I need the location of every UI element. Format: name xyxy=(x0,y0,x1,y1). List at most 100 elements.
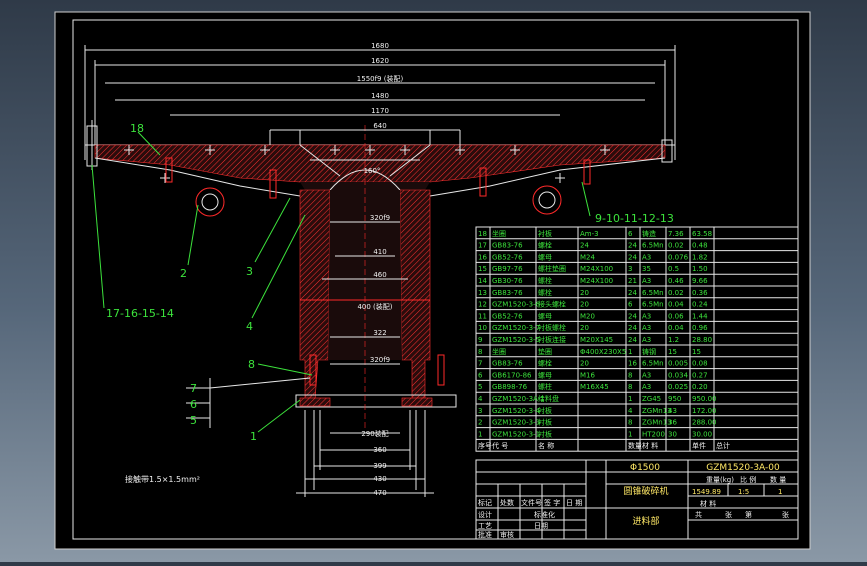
bom-cell: GB52-76 xyxy=(492,312,523,320)
bom-cell: 0.36 xyxy=(692,289,708,297)
bom-cell: 24 xyxy=(628,289,637,297)
bom-cell: 铸造 xyxy=(642,229,656,238)
bom-cell: 螺母 xyxy=(538,311,552,320)
cad-drawing: 1680 1620 1550f9 (装配) 1480 1170 640 160°… xyxy=(54,11,811,550)
tb-row-label-0: 标记 xyxy=(478,498,492,507)
tb-weight-label: 重量(kg) xyxy=(706,476,734,484)
bom-cell: 4 xyxy=(628,407,633,415)
bom-cell: 4 xyxy=(478,395,483,403)
bom-cell: 0.20 xyxy=(692,383,708,391)
bom-cell: GB97-76 xyxy=(492,265,523,273)
bom-cell: GZM1520-3-5 xyxy=(492,336,540,344)
bom-cell: 24 xyxy=(628,242,637,250)
bom-cell: GZM1520-3-6 xyxy=(492,301,541,309)
dim-430: 430 xyxy=(373,475,386,483)
bom-cell: GB83-76 xyxy=(492,242,523,250)
bom-cell: 接头螺栓 xyxy=(538,300,566,309)
bom-cell: 24 xyxy=(628,312,637,320)
bom-cell: 1.82 xyxy=(692,253,708,261)
dim-322: 322 xyxy=(373,329,386,337)
bom-cell: 24 xyxy=(628,253,637,261)
bom-cell: 衬板 xyxy=(538,418,552,427)
tb-mat-label: 材 料 xyxy=(700,499,716,508)
bom-cell: GZM1520-3-4 xyxy=(492,407,541,415)
bom-cell: 11 xyxy=(478,312,487,320)
bom-cell: 1.2 xyxy=(668,336,679,344)
bom-row: 5 GB898-76 螺柱 M16X45 8 A3 0.025 0.20 xyxy=(478,382,708,391)
bom-cell: M24X100 xyxy=(580,265,613,273)
bom-cell: 坐圈 xyxy=(492,347,506,356)
bom-cell: 螺栓 xyxy=(538,288,552,297)
dim-1550: 1550f9 (装配) xyxy=(357,74,404,83)
bom-cell: 衬板连接 xyxy=(538,335,566,344)
bom-cell: 13 xyxy=(478,289,487,297)
bom-cell: 8 xyxy=(628,419,632,427)
dim-460: 460 xyxy=(373,271,386,279)
bom-cell: 0.06 xyxy=(668,312,684,320)
callout-5: 5 xyxy=(190,414,197,427)
bom-cell: 950 xyxy=(668,395,681,403)
bom-cell: 6 xyxy=(628,301,633,309)
tb-spec: Φ1500 xyxy=(630,463,660,473)
bom-cell: 1 xyxy=(478,430,482,438)
bom-cell: 63.58 xyxy=(692,230,712,238)
callout-17-14: 17-16-15-14 xyxy=(106,307,174,320)
dim-320-bottom: 320f9 xyxy=(370,356,390,364)
tb-sign-review: 审核 xyxy=(500,530,514,539)
bom-header-total: 总计 xyxy=(716,441,730,450)
bom-cell: 螺母 xyxy=(538,370,552,379)
bom-cell: 20 xyxy=(580,360,589,368)
bom-cell: 1 xyxy=(628,395,632,403)
callout-18: 18 xyxy=(130,122,144,135)
bom-cell: A3 xyxy=(642,324,651,332)
bom-cell: 30 xyxy=(668,430,677,438)
dim-400: 400 (装配) xyxy=(357,302,392,311)
bom-cell: 10 xyxy=(478,324,487,332)
bom-header-qty: 数量 xyxy=(628,441,642,450)
bom-cell: 9.66 xyxy=(692,277,708,285)
callout-6: 6 xyxy=(190,398,197,411)
bom-cell: 30.00 xyxy=(692,430,712,438)
dim-angle: 160° xyxy=(364,167,381,175)
bom-cell: GZM1520-3-3 xyxy=(492,419,540,427)
bom-cell: M20X145 xyxy=(580,336,613,344)
callout-8: 8 xyxy=(248,358,255,371)
callout-7: 7 xyxy=(190,382,197,395)
bom-cell: 螺柱 xyxy=(538,382,552,391)
tb-sheet-label: 共 xyxy=(695,510,702,519)
bom-cell: 20 xyxy=(580,324,589,332)
bom-cell: 给料盘 xyxy=(538,394,559,403)
bom-cell: 1 xyxy=(628,348,632,356)
bom-cell: 0.02 xyxy=(668,242,684,250)
callout-3: 3 xyxy=(246,265,253,278)
bom-cell: 36 xyxy=(668,419,677,427)
bom-cell: GB898-76 xyxy=(492,383,528,391)
bom-cell: 螺母 xyxy=(538,252,552,261)
tb-drawing-no: GZM1520-3A-00 xyxy=(706,463,780,473)
bom-cell: 28.80 xyxy=(692,336,712,344)
tb-machine: 圆锥破碎机 xyxy=(623,485,668,497)
bom-header-single: 单件 xyxy=(692,441,706,450)
bom-cell: 0.076 xyxy=(668,253,689,261)
dim-399: 399 xyxy=(373,462,386,470)
tb-sheets: 1 xyxy=(778,488,782,496)
bom-cell: 15 xyxy=(692,348,701,356)
dim-1680: 1680 xyxy=(371,42,389,50)
bom-cell: 6.5Mn xyxy=(642,242,664,250)
bom-cell: 8 xyxy=(478,348,482,356)
dim-470: 470 xyxy=(373,489,386,497)
bom-cell: 衬板 xyxy=(538,406,552,415)
tb-sign-design: 设计 xyxy=(478,510,492,519)
dim-290: 290装配 xyxy=(361,429,388,438)
bom-cell: 0.24 xyxy=(692,301,708,309)
bom-header-seq: 序号 xyxy=(478,441,492,450)
bom-cell: A3 xyxy=(642,336,651,344)
bom-cell: 2 xyxy=(478,419,482,427)
bom-cell: 0.08 xyxy=(692,360,708,368)
bom-cell: 0.27 xyxy=(692,371,708,379)
bom-cell: 14 xyxy=(478,277,487,285)
bom-cell: 18 xyxy=(478,230,487,238)
bom-cell: 6.5Mn xyxy=(642,360,664,368)
bom-cell: 铸钢 xyxy=(642,347,656,356)
bom-header-mat: 材 料 xyxy=(642,441,658,450)
